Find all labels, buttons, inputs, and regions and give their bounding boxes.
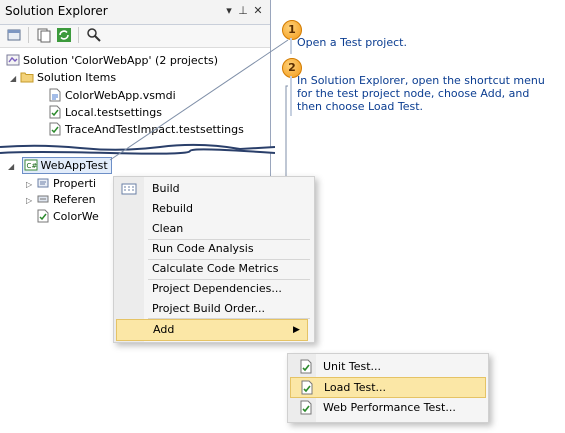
menu-item-web-performance-test[interactable]: Web Performance Test... — [290, 398, 484, 417]
menu-item-calculate-code-metrics[interactable]: Calculate Code Metrics — [114, 259, 314, 279]
menu-label: Load Test... — [324, 381, 387, 394]
build-icon — [121, 183, 137, 195]
menu-item-unit-test[interactable]: Unit Test... — [290, 357, 484, 376]
menu-item-clean[interactable]: Clean — [114, 219, 314, 239]
menu-label: Rebuild — [152, 202, 193, 215]
menu-item-load-test[interactable]: Load Test... — [290, 377, 486, 398]
menu-label: Calculate Code Metrics — [152, 262, 279, 275]
menu-item-project-build-order[interactable]: Project Build Order... — [114, 299, 314, 319]
menu-item-project-dependencies[interactable]: Project Dependencies... — [114, 279, 314, 299]
menu-label: Run Code Analysis — [152, 242, 254, 255]
callout-text: Open a Test project. — [297, 36, 407, 49]
callout-text-line: for the test project node, choose Add, a… — [297, 87, 530, 100]
web-performance-test-icon — [300, 400, 312, 415]
menu-label: Web Performance Test... — [323, 401, 456, 414]
context-menu: Build Rebuild Clean Run Code Analysis Ca… — [113, 176, 315, 343]
menu-label: Build — [152, 182, 180, 195]
load-test-icon — [301, 380, 313, 395]
menu-item-rebuild[interactable]: Rebuild — [114, 199, 314, 219]
callout-text-line: In Solution Explorer, open the shortcut … — [297, 74, 545, 87]
menu-item-add[interactable]: Add ▶ — [116, 319, 308, 341]
menu-label: Clean — [152, 222, 184, 235]
callout-text-line: then choose Load Test. — [297, 100, 424, 113]
callout-bar — [290, 76, 292, 116]
menu-item-build[interactable]: Build — [114, 179, 314, 199]
unit-test-icon — [300, 359, 312, 374]
menu-item-run-code-analysis[interactable]: Run Code Analysis — [114, 239, 314, 259]
callout-bar — [290, 38, 292, 54]
submenu-arrow-icon: ▶ — [293, 325, 300, 335]
menu-label: Project Dependencies... — [152, 282, 282, 295]
menu-label: Unit Test... — [323, 360, 382, 373]
menu-label: Project Build Order... — [152, 302, 265, 315]
menu-label: Add — [153, 323, 175, 336]
add-submenu: Unit Test... Load Test... Web Performanc… — [287, 353, 489, 423]
